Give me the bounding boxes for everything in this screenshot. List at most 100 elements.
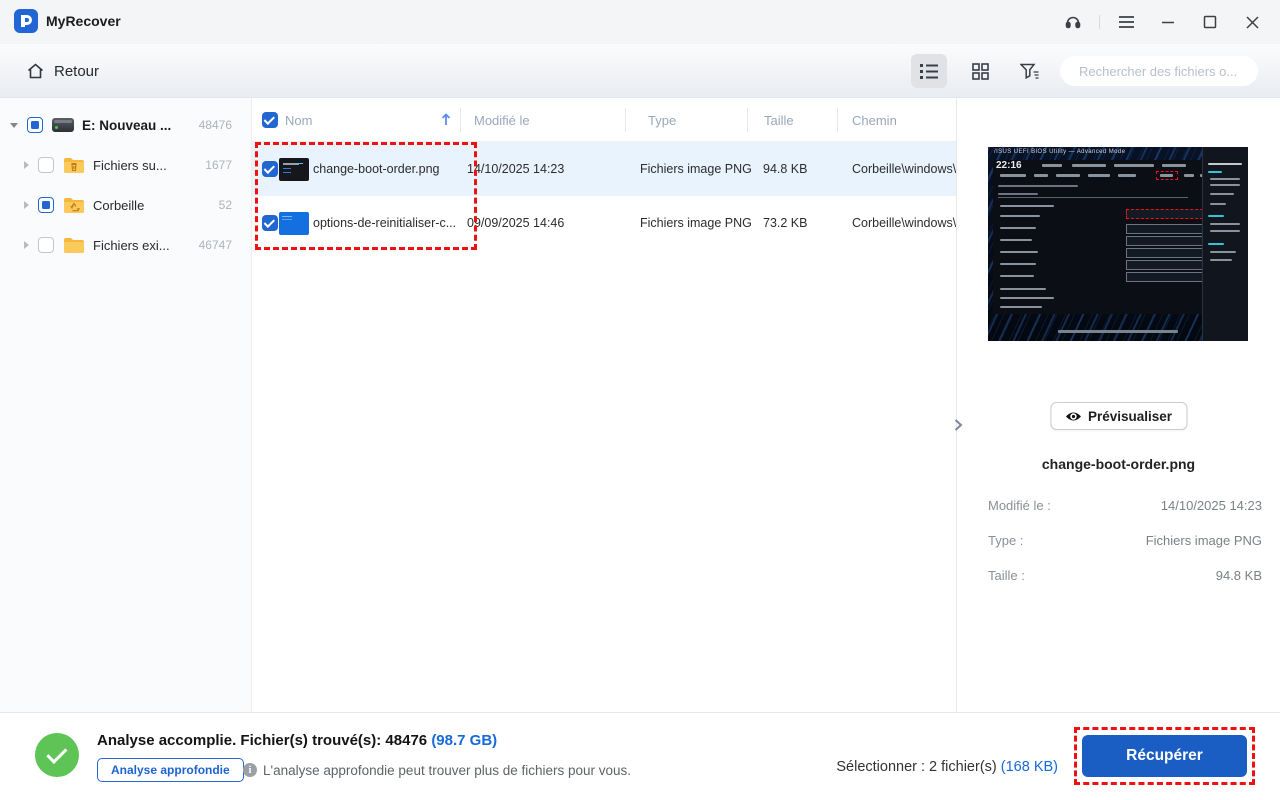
existing-files-checkbox[interactable] [38,237,54,253]
content-area: E: Nouveau ... 48476 Fichiers [0,98,1280,712]
item-count: 1677 [205,158,232,172]
expander-right-icon[interactable] [24,241,29,249]
deep-scan-button[interactable]: Analyse approfondie [97,758,244,782]
sort-ascending-icon[interactable] [440,112,452,127]
preview-filename: change-boot-order.png [957,456,1280,472]
deep-scan-hint: L'analyse approfondie peut trouver plus … [263,763,631,778]
sidebar-item-existing-files[interactable]: Fichiers exi... 46747 [0,230,252,260]
preview-button-label: Prévisualiser [1088,409,1172,424]
preview-red-highlight-menu [1156,171,1178,180]
eye-icon [1065,410,1081,423]
detail-value: 14/10/2025 14:23 [1161,498,1262,513]
list-view-button[interactable] [911,54,947,88]
file-thumbnail [279,212,309,235]
expander-down-icon[interactable] [10,123,18,128]
detail-label: Modifié le : [988,498,1051,513]
back-label: Retour [54,63,99,80]
selection-text: Sélectionner : 2 fichier(s) [836,759,996,775]
file-modified: 09/09/2025 14:46 [467,196,564,250]
scan-status-text: Analyse accomplie. Fichier(s) trouvé(s):… [97,732,427,749]
sidebar-item-label: Corbeille [93,198,144,213]
preview-footer-bar [1058,330,1178,333]
recover-button[interactable]: Récupérer [1082,735,1247,777]
sidebar-item-label: Fichiers su... [93,158,167,173]
folder-recycle-icon [63,197,85,214]
home-icon [26,62,45,80]
detail-row-type: Type : Fichiers image PNG [988,533,1262,551]
row-checkbox[interactable] [262,161,278,177]
minimize-button[interactable] [1150,4,1186,40]
detail-row-modified: Modifié le : 14/10/2025 14:23 [988,498,1262,516]
recycle-bin-checkbox[interactable] [38,197,54,213]
info-icon [243,763,257,777]
table-row[interactable]: options-de-reinitialiser-c... 09/09/2025… [252,196,956,250]
title-bar: MyRecover [0,0,1280,44]
file-modified: 14/10/2025 14:23 [467,142,564,196]
close-button[interactable] [1234,4,1270,40]
selection-size: (168 KB) [1001,759,1058,775]
column-header-path[interactable]: Chemin [852,98,897,142]
column-header-modified[interactable]: Modifié le [474,98,530,142]
filter-button[interactable] [1012,54,1048,88]
drive-icon [52,118,74,132]
scan-status-size: (98.7 GB) [431,732,497,749]
menu-hamburger-icon[interactable] [1108,4,1144,40]
file-path: Corbeille\windows\ [852,142,956,196]
drive-e-checkbox[interactable] [27,117,43,133]
column-divider [837,108,838,132]
file-size: 73.2 KB [763,196,807,250]
table-row[interactable]: change-boot-order.png 14/10/2025 14:23 F… [252,142,956,196]
collapse-panel-chevron-icon[interactable] [953,418,963,437]
column-header-name[interactable]: Nom [285,98,312,142]
scan-status: Analyse accomplie. Fichier(s) trouvé(s):… [97,732,497,749]
detail-label: Taille : [988,568,1025,583]
file-path: Corbeille\windows\ [852,196,956,250]
sidebar-item-label: Fichiers exi... [93,238,170,253]
file-table: Nom Modifié le Type Taille Chemin change… [252,98,956,712]
file-name: change-boot-order.png [313,142,439,196]
search-box [1060,56,1258,86]
preview-image[interactable]: /ISUS UEFI BIOS Utility — Advanced Mode … [988,147,1248,341]
sidebar-tree: E: Nouveau ... 48476 Fichiers [0,98,252,712]
search-input[interactable] [1079,64,1255,79]
select-all-checkbox[interactable] [262,112,278,128]
preview-bios-time: 22:16 [996,160,1022,171]
grid-view-button[interactable] [962,54,998,88]
folder-deleted-icon [63,157,85,174]
row-checkbox[interactable] [262,215,278,231]
sidebar-item-recycle-bin[interactable]: Corbeille 52 [0,190,252,220]
window-controls [1055,0,1270,44]
expander-right-icon[interactable] [24,201,29,209]
detail-value: Fichiers image PNG [1146,533,1262,548]
preview-bios-header-text: /ISUS UEFI BIOS Utility — Advanced Mode [994,149,1125,155]
app-window: MyRecover [0,0,1280,800]
toolbar: Retour [0,44,1280,98]
filter-icon [1020,63,1040,80]
grid-view-icon [972,63,989,80]
list-view-icon [920,64,938,79]
deleted-files-checkbox[interactable] [38,157,54,173]
file-name: options-de-reinitialiser-c... [313,196,456,250]
scan-complete-check-icon [35,733,79,777]
sidebar-item-label: E: Nouveau ... [82,118,171,133]
sidebar-item-deleted-files[interactable]: Fichiers su... 1677 [0,150,252,180]
item-count: 52 [219,198,232,212]
back-button[interactable]: Retour [26,55,99,87]
expander-right-icon[interactable] [24,161,29,169]
app-title: MyRecover [46,13,121,29]
column-divider [625,108,626,132]
sidebar-item-drive-e[interactable]: E: Nouveau ... 48476 [0,110,252,140]
preview-panel: /ISUS UEFI BIOS Utility — Advanced Mode … [957,98,1280,712]
detail-row-size: Taille : 94.8 KB [988,568,1262,586]
file-size: 94.8 KB [763,142,807,196]
file-thumbnail [279,158,309,181]
detail-value: 94.8 KB [1216,568,1262,583]
column-header-size[interactable]: Taille [764,98,794,142]
support-headset-icon[interactable] [1055,4,1091,40]
maximize-button[interactable] [1192,4,1228,40]
column-header-type[interactable]: Type [648,98,676,142]
preview-button[interactable]: Prévisualiser [1050,402,1187,430]
footer-bar: Analyse accomplie. Fichier(s) trouvé(s):… [0,712,1280,800]
app-brand: MyRecover [14,9,121,33]
column-divider [747,108,748,132]
